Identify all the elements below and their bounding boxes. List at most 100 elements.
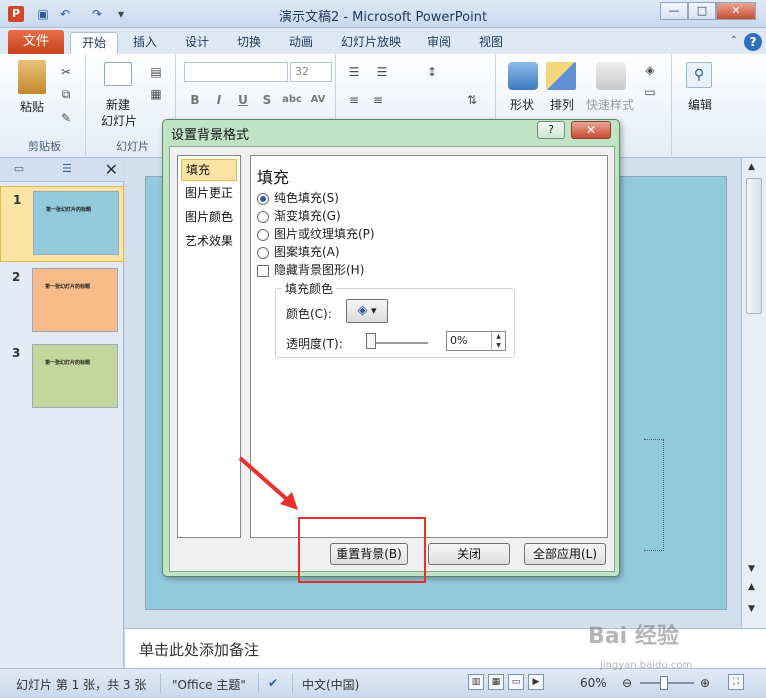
- category-picture-color[interactable]: 图片颜色: [181, 207, 237, 229]
- new-slide-button-line2[interactable]: 幻灯片: [94, 112, 144, 129]
- align-center-icon[interactable]: ≡: [370, 92, 386, 108]
- radio-button[interactable]: [257, 228, 269, 241]
- tab-view[interactable]: 视图: [470, 32, 512, 54]
- slide-thumb-row-2[interactable]: 2 第一张幻灯片的标题: [0, 264, 124, 340]
- vertical-scrollbar[interactable]: ▲ ▼ ▲ ▼: [741, 158, 766, 628]
- char-spacing-button[interactable]: AV: [306, 91, 330, 109]
- slideshow-view-icon[interactable]: ▶: [528, 674, 544, 690]
- new-slide-icon[interactable]: [104, 62, 132, 86]
- reading-view-icon[interactable]: ▭: [508, 674, 524, 690]
- tab-review[interactable]: 审阅: [418, 32, 460, 54]
- text-direction-icon[interactable]: ⇅: [464, 92, 480, 108]
- binoculars-icon[interactable]: ⚲: [686, 62, 712, 88]
- format-painter-icon[interactable]: ✎: [58, 110, 74, 126]
- category-fill[interactable]: 填充: [181, 159, 237, 181]
- theme-status[interactable]: "Office 主题": [172, 676, 246, 693]
- arrange-icon[interactable]: [546, 62, 576, 90]
- normal-view-icon[interactable]: ▥: [468, 674, 484, 690]
- scroll-down-icon[interactable]: ▼: [748, 564, 755, 574]
- shapes-icon[interactable]: [508, 62, 538, 90]
- zoom-out-icon[interactable]: ⊖: [622, 676, 632, 690]
- bullets-icon[interactable]: ☰: [346, 64, 362, 80]
- bold-button[interactable]: B: [186, 91, 204, 109]
- text-placeholder[interactable]: [644, 439, 664, 551]
- shape-outline-icon[interactable]: ▭: [642, 84, 658, 100]
- help-icon[interactable]: ?: [744, 33, 762, 51]
- close-window-button[interactable]: ✕: [716, 2, 756, 20]
- radio-button[interactable]: [257, 246, 269, 259]
- tab-file[interactable]: 文件: [8, 30, 64, 54]
- maximize-button[interactable]: □: [688, 2, 716, 20]
- tab-insert[interactable]: 插入: [124, 32, 166, 54]
- pattern-fill-option[interactable]: 图案填充(A): [257, 244, 340, 262]
- slide-thumbnail[interactable]: 第一张幻灯片的标题: [32, 344, 118, 408]
- font-name-combo[interactable]: [184, 62, 288, 82]
- italic-button[interactable]: I: [210, 91, 228, 109]
- new-slide-button[interactable]: 新建: [98, 96, 138, 113]
- dialog-close-icon[interactable]: ✕: [571, 121, 611, 139]
- next-slide-icon[interactable]: ▼: [748, 604, 755, 614]
- paste-icon[interactable]: [18, 60, 46, 94]
- shape-fill-icon[interactable]: ◈: [642, 62, 658, 78]
- close-button[interactable]: 关闭: [428, 543, 510, 565]
- category-artistic-effects[interactable]: 艺术效果: [181, 231, 237, 253]
- radio-button[interactable]: [257, 210, 269, 223]
- window-title: 演示文稿2 - Microsoft PowerPoint: [278, 10, 488, 25]
- paste-button[interactable]: 粘贴: [12, 98, 52, 115]
- close-panel-icon[interactable]: ✕: [105, 160, 118, 179]
- tab-animations[interactable]: 动画: [280, 32, 322, 54]
- shapes-button[interactable]: 形状: [502, 96, 542, 113]
- tab-slideshow[interactable]: 幻灯片放映: [334, 32, 408, 54]
- reset-slide-icon[interactable]: ▦: [148, 86, 164, 102]
- zoom-slider-knob[interactable]: [660, 676, 668, 690]
- layout-icon[interactable]: ▤: [148, 64, 164, 80]
- spellcheck-icon[interactable]: ✔: [268, 676, 278, 690]
- dialog-help-button[interactable]: ?: [537, 121, 565, 139]
- gradient-fill-option[interactable]: 渐变填充(G): [257, 208, 341, 226]
- tab-design[interactable]: 设计: [176, 32, 218, 54]
- fit-to-window-icon[interactable]: ⛶: [728, 674, 744, 690]
- transparency-input[interactable]: 0% ▲ ▼: [446, 331, 506, 351]
- outline-tab-icon[interactable]: ☰: [56, 162, 78, 178]
- prev-slide-icon[interactable]: ▲: [748, 582, 755, 592]
- editing-button[interactable]: 编辑: [680, 96, 720, 113]
- radio-button[interactable]: [257, 192, 269, 205]
- tab-transitions[interactable]: 切换: [228, 32, 270, 54]
- scroll-up-icon[interactable]: ▲: [748, 162, 755, 172]
- transparency-slider[interactable]: [368, 342, 428, 344]
- slides-tab-icon[interactable]: ▭: [8, 162, 30, 178]
- hide-background-graphics-option[interactable]: 隐藏背景图形(H): [257, 262, 364, 280]
- quick-styles-icon[interactable]: [596, 62, 626, 90]
- transparency-slider-knob[interactable]: [366, 333, 376, 349]
- solid-fill-option[interactable]: 纯色填充(S): [257, 190, 339, 208]
- quick-styles-button[interactable]: 快速样式: [582, 96, 638, 113]
- slide-thumb-row-3[interactable]: 3 第一张幻灯片的标题: [0, 340, 124, 416]
- zoom-level[interactable]: 60%: [580, 676, 607, 690]
- strikethrough-button[interactable]: S: [258, 91, 276, 109]
- slide-thumbnail[interactable]: 第一张幻灯片的标题: [33, 191, 119, 255]
- slide-thumbnail[interactable]: 第一张幻灯片的标题: [32, 268, 118, 332]
- spinner-arrows-icon[interactable]: ▲ ▼: [491, 332, 505, 350]
- color-picker-button[interactable]: ◈ ▾: [346, 299, 388, 323]
- align-left-icon[interactable]: ≡: [346, 92, 362, 108]
- copy-icon[interactable]: ⧉: [58, 86, 74, 102]
- picture-fill-option[interactable]: 图片或纹理填充(P): [257, 226, 375, 244]
- arrange-button[interactable]: 排列: [542, 96, 582, 113]
- slide-sorter-icon[interactable]: ▦: [488, 674, 504, 690]
- slide-thumb-row-1[interactable]: 1 第一张幻灯片的标题: [0, 186, 124, 262]
- language-status[interactable]: 中文(中国): [302, 676, 359, 693]
- tab-home[interactable]: 开始: [70, 32, 118, 54]
- apply-to-all-button[interactable]: 全部应用(L): [524, 543, 606, 565]
- shadow-button[interactable]: abc: [280, 91, 304, 109]
- zoom-in-icon[interactable]: ⊕: [700, 676, 710, 690]
- font-size-combo[interactable]: 32: [290, 62, 332, 82]
- checkbox[interactable]: [257, 264, 269, 277]
- scrollbar-thumb[interactable]: [746, 178, 762, 314]
- cut-icon[interactable]: ✂: [58, 64, 74, 80]
- underline-button[interactable]: U: [234, 91, 252, 109]
- category-picture-corrections[interactable]: 图片更正: [181, 183, 237, 205]
- minimize-button[interactable]: —: [660, 2, 688, 20]
- line-spacing-icon[interactable]: ↕: [424, 64, 440, 80]
- numbering-icon[interactable]: ☰: [374, 64, 390, 80]
- minimize-ribbon-icon[interactable]: ⌃: [730, 35, 738, 46]
